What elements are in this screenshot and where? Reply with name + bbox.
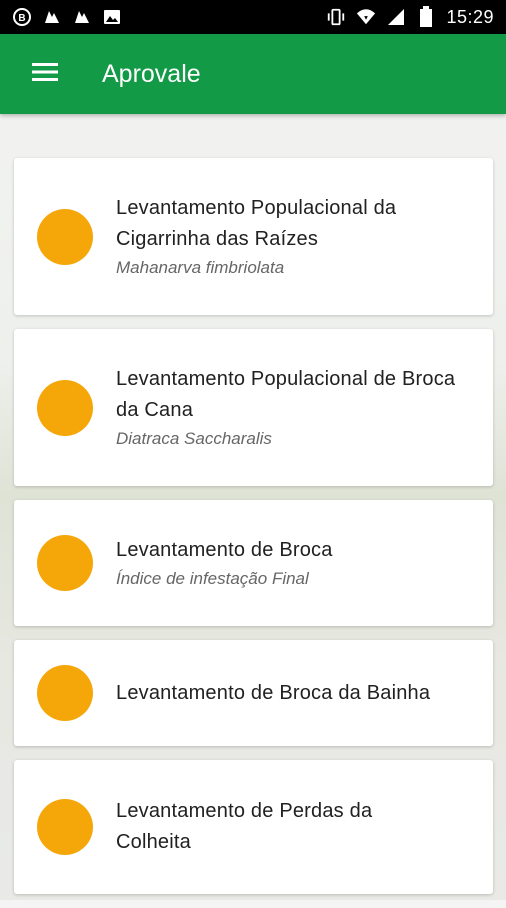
status-bar: B 15:29 xyxy=(0,0,506,34)
item-subtitle: Mahanarva fimbriolata xyxy=(116,257,285,277)
app-title: Aprovale xyxy=(102,59,201,88)
item-title: Levantamento Populacional de Broca da Ca… xyxy=(116,367,456,421)
battery-icon xyxy=(416,6,436,27)
item-title: Levantamento de Broca xyxy=(116,538,333,561)
list-item[interactable]: Levantamento de Broca Índice de infestaç… xyxy=(14,500,493,626)
wifi-icon xyxy=(356,7,376,27)
item-subtitle: Índice de infestação Final xyxy=(116,568,309,588)
signal-icon xyxy=(386,7,406,27)
status-dot xyxy=(37,208,93,265)
hamburger-icon xyxy=(32,62,58,87)
item-subtitle: Diatraca Saccharalis xyxy=(116,428,272,448)
status-dot xyxy=(37,799,93,855)
image-icon xyxy=(102,7,122,27)
status-dot xyxy=(37,379,93,436)
menu-button[interactable] xyxy=(22,51,68,97)
notification-icon xyxy=(42,7,62,27)
survey-list: Levantamento Populacional da Cigarrinha … xyxy=(14,158,493,908)
list-item[interactable]: Levantamento de Broca da Bainha xyxy=(14,640,493,746)
status-dot xyxy=(37,535,93,591)
notification-icon xyxy=(72,7,92,27)
item-title: Levantamento de Broca da Bainha xyxy=(116,681,431,704)
app-bar: Aprovale xyxy=(0,34,506,114)
list-item[interactable]: Levantamento Populacional de Broca da Ca… xyxy=(14,329,493,486)
svg-text:B: B xyxy=(18,13,25,24)
item-title: Levantamento de Perdas da Colheita xyxy=(116,800,373,853)
list-item[interactable]: Levantamento de Perdas da Colheita xyxy=(14,760,493,894)
item-title: Levantamento Populacional da Cigarrinha … xyxy=(116,196,397,250)
b-circle-icon: B xyxy=(12,7,32,27)
list-item[interactable]: Levantamento Populacional da Cigarrinha … xyxy=(14,158,493,315)
vibrate-icon xyxy=(326,7,346,27)
status-dot xyxy=(37,665,93,721)
status-time: 15:29 xyxy=(446,6,494,27)
